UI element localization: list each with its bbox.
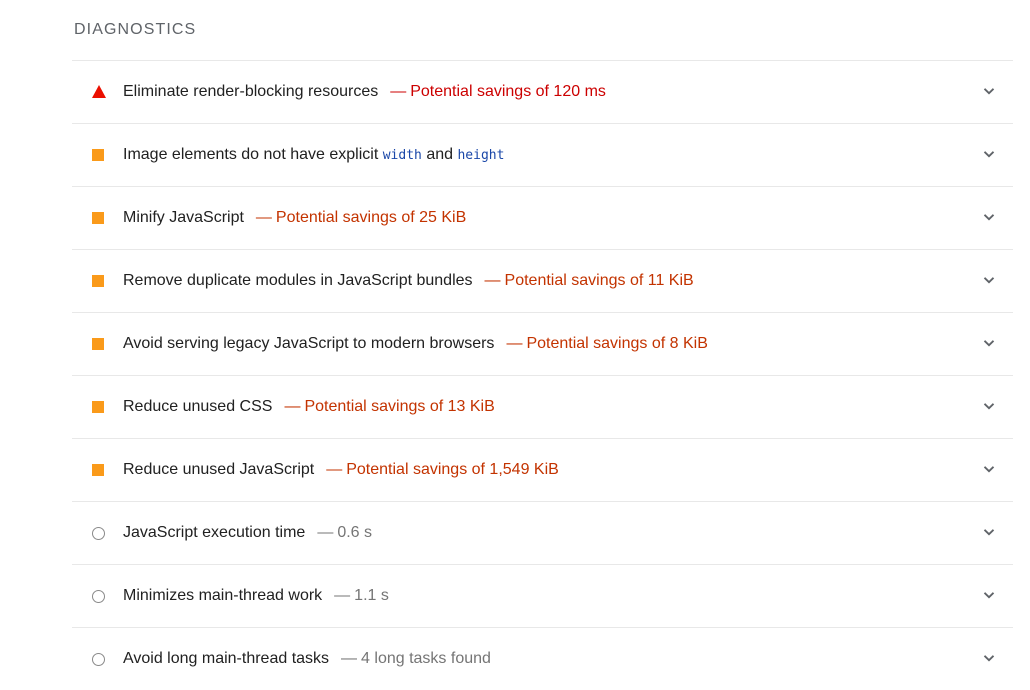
average-square-icon bbox=[92, 275, 104, 287]
separator: — bbox=[334, 587, 351, 604]
chevron-down-icon[interactable] bbox=[983, 652, 995, 664]
audit-text: Avoid long main-thread tasks —4 long task… bbox=[123, 628, 491, 690]
audit-savings: Potential savings of 1,549 KiB bbox=[346, 461, 559, 478]
audit-row-minify-js[interactable]: Minify JavaScript — Potential savings of 2… bbox=[72, 187, 1013, 250]
audit-title: Minimizes main-thread work bbox=[123, 587, 323, 604]
separator: — bbox=[326, 461, 343, 478]
chevron-down-icon[interactable] bbox=[983, 85, 995, 97]
info-circle-icon bbox=[92, 653, 105, 666]
audit-savings: Potential savings of 13 KiB bbox=[304, 398, 495, 415]
audit-value: 4 long tasks found bbox=[361, 650, 491, 667]
separator: — bbox=[284, 398, 301, 415]
audit-text: Remove duplicate modules in JavaScript b… bbox=[123, 250, 694, 312]
fail-triangle-icon bbox=[92, 85, 106, 98]
info-circle-icon bbox=[92, 527, 105, 540]
audit-row-unused-js[interactable]: Reduce unused JavaScript — Potential savin… bbox=[72, 439, 1013, 502]
separator: — bbox=[255, 209, 272, 226]
average-square-icon bbox=[92, 401, 104, 413]
audit-title: Eliminate render-blocking resources bbox=[123, 83, 379, 100]
chevron-down-icon[interactable] bbox=[983, 526, 995, 538]
audit-row-image-dimensions[interactable]: Image elements do not have explicit widt… bbox=[72, 124, 1013, 187]
audit-title: Avoid long main-thread tasks bbox=[123, 650, 330, 667]
audit-row-unused-css[interactable]: Reduce unused CSS — Potential savings of 1… bbox=[72, 376, 1013, 439]
audit-text: JavaScript execution time —0.6 s bbox=[123, 502, 372, 564]
diagnostics-page: DIAGNOSTICS Eliminate render-blocking re… bbox=[0, 0, 1030, 690]
separator: — bbox=[317, 524, 334, 541]
separator: — bbox=[341, 650, 358, 667]
audit-row-duplicate-modules[interactable]: Remove duplicate modules in JavaScript b… bbox=[72, 250, 1013, 313]
audit-text: Reduce unused JavaScript — Potential savin… bbox=[123, 439, 559, 501]
average-square-icon bbox=[92, 212, 104, 224]
audit-text: Eliminate render-blocking resources — Pote… bbox=[123, 61, 606, 123]
audit-savings: Potential savings of 11 KiB bbox=[504, 272, 694, 289]
chevron-down-icon[interactable] bbox=[983, 589, 995, 601]
audit-value: 1.1 s bbox=[354, 587, 389, 604]
audit-row-legacy-js[interactable]: Avoid serving legacy JavaScript to moder… bbox=[72, 313, 1013, 376]
audit-title: Reduce unused CSS bbox=[123, 398, 273, 415]
separator: — bbox=[390, 83, 407, 100]
chevron-down-icon[interactable] bbox=[983, 211, 995, 223]
chevron-down-icon[interactable] bbox=[983, 148, 995, 160]
chevron-down-icon[interactable] bbox=[983, 463, 995, 475]
audit-text: Avoid serving legacy JavaScript to moder… bbox=[123, 313, 708, 375]
audit-text: Image elements do not have explicit widt… bbox=[123, 124, 504, 186]
audit-row-long-tasks[interactable]: Avoid long main-thread tasks —4 long task… bbox=[72, 628, 1013, 690]
separator: — bbox=[484, 272, 501, 289]
audit-text: Minimizes main-thread work —1.1 s bbox=[123, 565, 389, 627]
audit-savings: Potential savings of 8 KiB bbox=[526, 335, 708, 352]
audit-title: Minify JavaScript bbox=[123, 209, 244, 226]
separator: — bbox=[506, 335, 523, 352]
chevron-down-icon[interactable] bbox=[983, 274, 995, 286]
info-circle-icon bbox=[92, 590, 105, 603]
audit-savings: Potential savings of 120 ms bbox=[410, 83, 606, 100]
audit-title: JavaScript execution time bbox=[123, 524, 306, 541]
code-width: width bbox=[382, 148, 422, 163]
audit-savings: Potential savings of 25 KiB bbox=[275, 209, 467, 226]
average-square-icon bbox=[92, 464, 104, 476]
audit-text: Minify JavaScript — Potential savings of 2… bbox=[123, 187, 466, 249]
audit-value: 0.6 s bbox=[337, 524, 372, 541]
chevron-down-icon[interactable] bbox=[983, 337, 995, 349]
audit-row-main-thread-work[interactable]: Minimizes main-thread work —1.1 s bbox=[72, 565, 1013, 628]
audit-row-render-blocking[interactable]: Eliminate render-blocking resources — Pote… bbox=[72, 61, 1013, 124]
audit-title-and: and bbox=[426, 146, 454, 163]
audit-title: Remove duplicate modules in JavaScript b… bbox=[123, 272, 473, 289]
audit-list: Eliminate render-blocking resources — Pote… bbox=[72, 60, 1013, 690]
audit-title-prefix: Image elements do not have explicit bbox=[123, 146, 379, 163]
section-title: DIAGNOSTICS bbox=[74, 21, 197, 38]
audit-title: Reduce unused JavaScript bbox=[123, 461, 315, 478]
audit-row-js-execution-time[interactable]: JavaScript execution time —0.6 s bbox=[72, 502, 1013, 565]
audit-title: Avoid serving legacy JavaScript to moder… bbox=[123, 335, 495, 352]
audit-text: Reduce unused CSS — Potential savings of 1… bbox=[123, 376, 495, 438]
average-square-icon bbox=[92, 149, 104, 161]
code-height: height bbox=[457, 148, 505, 163]
average-square-icon bbox=[92, 338, 104, 350]
chevron-down-icon[interactable] bbox=[983, 400, 995, 412]
